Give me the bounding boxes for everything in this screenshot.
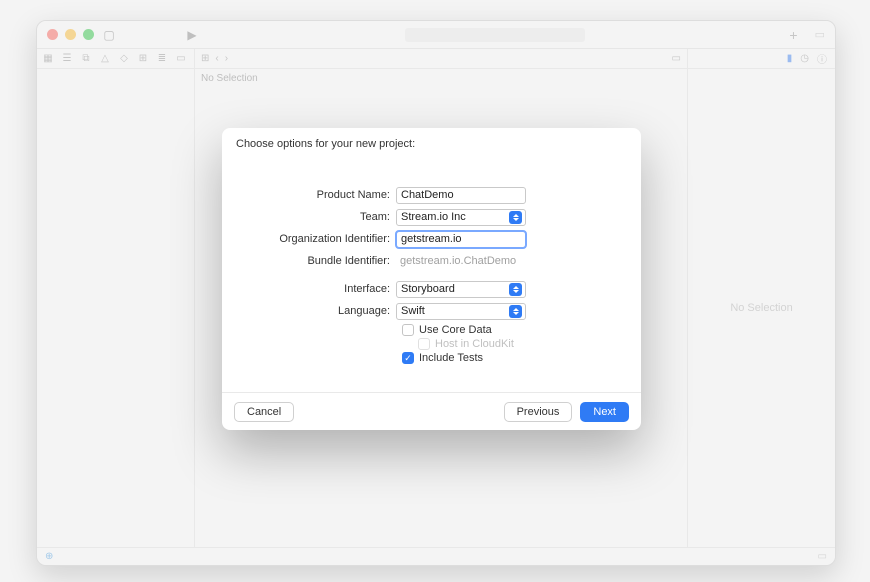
checkbox-checked-icon: ✓ [402, 352, 414, 364]
bundle-identifier-value: getstream.io.ChatDemo [396, 255, 526, 267]
team-popup-value: Stream.io Inc [401, 211, 466, 223]
language-popup-value: Swift [401, 305, 425, 317]
interface-label: Interface: [236, 283, 396, 295]
checkbox-icon [402, 324, 414, 336]
interface-popup[interactable]: Storyboard [396, 281, 526, 298]
chevron-updown-icon [509, 211, 522, 224]
next-button[interactable]: Next [580, 402, 629, 422]
bundle-identifier-label: Bundle Identifier: [236, 255, 396, 267]
sheet-form: Product Name: Team: Stream.io Inc Organi… [222, 158, 641, 392]
checkbox-icon [418, 338, 430, 350]
previous-button[interactable]: Previous [504, 402, 573, 422]
org-identifier-label: Organization Identifier: [236, 233, 396, 245]
use-core-data-label: Use Core Data [419, 324, 492, 336]
new-project-sheet: Choose options for your new project: Pro… [222, 128, 641, 430]
chevron-updown-icon [509, 283, 522, 296]
language-label: Language: [236, 305, 396, 317]
use-core-data-checkbox[interactable]: Use Core Data [402, 324, 627, 336]
team-label: Team: [236, 211, 396, 223]
org-identifier-field[interactable] [396, 231, 526, 248]
cancel-button[interactable]: Cancel [234, 402, 294, 422]
interface-popup-value: Storyboard [401, 283, 455, 295]
team-popup[interactable]: Stream.io Inc [396, 209, 526, 226]
product-name-label: Product Name: [236, 189, 396, 201]
include-tests-label: Include Tests [419, 352, 483, 364]
language-popup[interactable]: Swift [396, 303, 526, 320]
host-in-cloudkit-checkbox: Host in CloudKit [418, 338, 627, 350]
sheet-title: Choose options for your new project: [222, 128, 641, 158]
product-name-field[interactable] [396, 187, 526, 204]
host-in-cloudkit-label: Host in CloudKit [435, 338, 514, 350]
include-tests-checkbox[interactable]: ✓ Include Tests [402, 352, 627, 364]
sheet-footer: Cancel Previous Next [222, 392, 641, 430]
chevron-updown-icon [509, 305, 522, 318]
